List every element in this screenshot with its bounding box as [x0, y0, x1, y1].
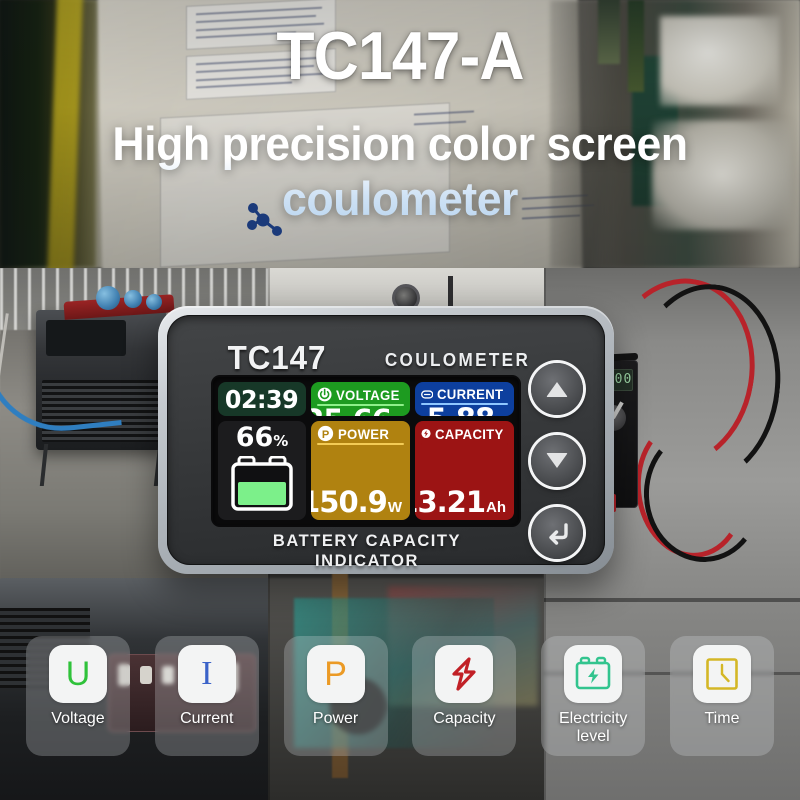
- feature-card-time[interactable]: Time: [669, 636, 774, 756]
- feature-card-row: U Voltage I Current P Power Capacity Ele…: [0, 636, 800, 756]
- feature-label-voltage: Voltage: [51, 710, 105, 727]
- feature-label-current: Current: [180, 710, 234, 727]
- bolt-circle-icon: [421, 428, 431, 439]
- power-unit: W: [387, 499, 402, 516]
- battery-icon: [231, 456, 293, 511]
- screen-cell-current: CURRENT 5.88 A: [415, 382, 514, 416]
- battery-bolt-icon-wrap: [564, 645, 623, 703]
- feature-card-power[interactable]: P Power: [283, 636, 388, 756]
- feature-card-current[interactable]: I Current: [154, 636, 259, 756]
- page-root: TC147-A High precision color screen coul…: [0, 0, 800, 800]
- battery-percent-unit: %: [273, 432, 289, 450]
- lightning-bolt-icon-wrap: [435, 645, 494, 703]
- hero-banner: TC147-A High precision color screen coul…: [0, 0, 800, 268]
- power-value: 150.9: [311, 485, 388, 519]
- letter-i-icon: I: [177, 645, 236, 703]
- letter-p-glyph: P: [324, 655, 347, 693]
- screen-cell-battery: 66%: [218, 421, 306, 520]
- capacity-label: CAPACITY: [435, 425, 504, 442]
- power-circle-icon: [317, 387, 332, 402]
- voltage-label: VOLTAGE: [336, 386, 400, 403]
- current-label: CURRENT: [437, 386, 504, 402]
- battery-percent-value: 66: [235, 422, 274, 453]
- feature-label-time: Time: [704, 710, 740, 727]
- svg-text:P: P: [322, 429, 329, 441]
- enter-button[interactable]: [531, 507, 583, 559]
- device-brand-label: TC147: [227, 339, 327, 376]
- feature-card-electricity[interactable]: Electricity level: [541, 636, 646, 756]
- device-button-group: [531, 363, 583, 559]
- device-type-label: COULOMETER: [384, 350, 531, 370]
- letter-u-glyph: U: [65, 655, 91, 693]
- feature-label-capacity: Capacity: [433, 710, 496, 727]
- letter-u-icon: U: [49, 645, 107, 703]
- feature-card-voltage[interactable]: U Voltage: [26, 636, 130, 756]
- enter-arrow-icon: [549, 523, 568, 545]
- triangle-up-icon: [546, 382, 568, 397]
- p-circle-icon: P: [317, 425, 334, 442]
- clock-square-icon: [706, 658, 738, 690]
- screen-cell-voltage: VOLTAGE 25.66 V: [311, 382, 410, 416]
- lightning-bolt-icon: [452, 657, 476, 691]
- screen-cell-capacity: CAPACITY 13.21 Ah: [415, 421, 514, 520]
- screen-cell-power: P POWER 150.9 W: [311, 421, 410, 520]
- battery-bolt-icon: [575, 656, 611, 690]
- current-value: 5.88: [427, 405, 496, 417]
- minus-oval-icon: [421, 389, 434, 399]
- down-button[interactable]: [531, 435, 583, 487]
- hero-title: TC147-A: [276, 18, 524, 94]
- triangle-down-icon: [546, 453, 568, 468]
- capacity-value: 13.21: [415, 485, 486, 519]
- hero-subtitle-line1: High precision color screen: [112, 117, 688, 170]
- battery-percent: 66%: [236, 424, 289, 451]
- letter-i-glyph: I: [201, 655, 213, 692]
- feature-label-electricity: Electricity level: [558, 710, 628, 745]
- clock-square-icon-wrap: [692, 645, 751, 703]
- device-screen[interactable]: 02:39 66% VOLTAGE CURRENT P POWER 50.9 W…: [213, 377, 519, 525]
- feature-card-capacity[interactable]: Capacity: [412, 636, 517, 756]
- device-body: TC147 COULOMETER BATTERY CAPACITY INDICA…: [167, 315, 605, 570]
- time-value: 02:39: [225, 384, 299, 414]
- hero-subtitle-line2: coulometer: [282, 172, 518, 226]
- up-button[interactable]: [531, 363, 583, 415]
- voltage-value: 25.66: [311, 406, 392, 417]
- power-label: POWER: [338, 425, 390, 442]
- device-footer-label: BATTERY CAPACITY INDICATOR: [272, 531, 462, 570]
- feature-label-power: Power: [312, 710, 359, 727]
- screen-cell-time: 02:39: [218, 382, 306, 416]
- molecule-logo-icon: [247, 203, 282, 236]
- letter-p-icon: P: [306, 645, 365, 703]
- coulometer-device: TC147 COULOMETER BATTERY CAPACITY INDICA…: [158, 306, 614, 574]
- capacity-unit: Ah: [486, 499, 506, 516]
- hero-subtitle: High precision color screen coulometer: [20, 116, 780, 227]
